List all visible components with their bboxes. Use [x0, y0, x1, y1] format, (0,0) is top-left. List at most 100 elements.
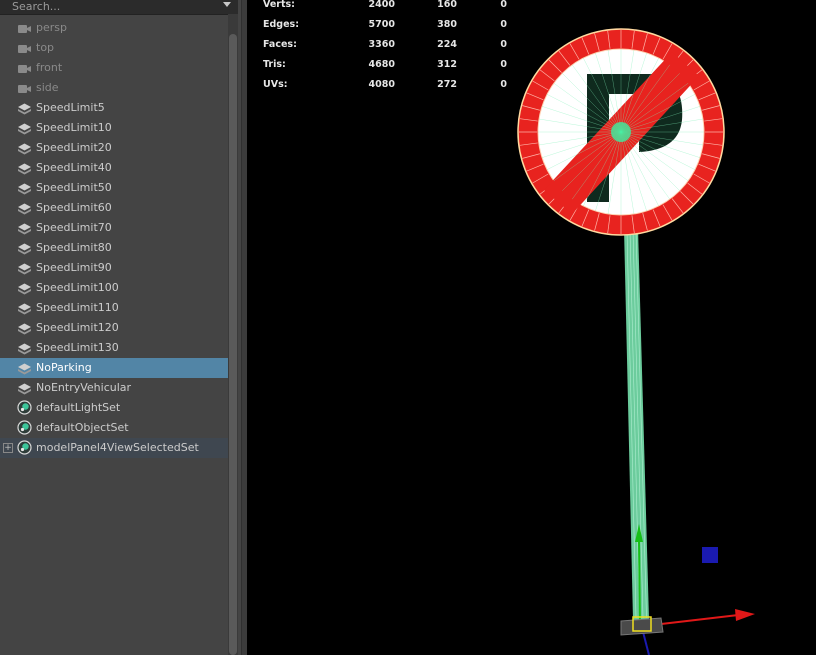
camera-icon [17, 62, 32, 74]
mesh-icon [17, 362, 32, 375]
outliner-item-label: top [36, 41, 55, 54]
outliner-item-label: SpeedLimit20 [36, 141, 112, 154]
expand-icon[interactable]: + [3, 443, 13, 453]
outliner-item[interactable]: persp [0, 18, 228, 38]
hud-row: Verts: 2400 160 0 [263, 0, 523, 15]
hud-value: 272 [437, 79, 457, 90]
mesh-icon [17, 302, 32, 315]
hud-row: Faces: 3360 224 0 [263, 35, 523, 55]
outliner-item-label: SpeedLimit10 [36, 121, 112, 134]
axis-x-arrow [735, 609, 755, 621]
outliner-item-label: NoParking [36, 361, 92, 374]
hud-value: 5700 [368, 19, 395, 30]
mesh-icon [17, 162, 32, 175]
mesh-icon [17, 242, 32, 255]
outliner-item[interactable]: side [0, 78, 228, 98]
outliner-item-label: front [36, 61, 63, 74]
mesh-icon [17, 342, 32, 355]
outliner-item[interactable]: defaultObjectSet [0, 418, 228, 438]
outliner-item[interactable]: top [0, 38, 228, 58]
outliner-item[interactable]: SpeedLimit120 [0, 318, 228, 338]
hud-value: 0 [500, 59, 507, 70]
hud-label: Verts: [263, 0, 295, 10]
hud-value: 3360 [368, 39, 395, 50]
mesh-icon [17, 202, 32, 215]
outliner-item[interactable]: SpeedLimit130 [0, 338, 228, 358]
camera-icon [17, 82, 32, 94]
mesh-icon [17, 222, 32, 235]
outliner-item[interactable]: front [0, 58, 228, 78]
pole-base [620, 617, 664, 636]
outliner-item[interactable]: defaultLightSet [0, 398, 228, 418]
outliner-item-label: modelPanel4ViewSelectedSet [36, 441, 199, 454]
hud-value: 4680 [368, 59, 395, 70]
outliner-item-label: SpeedLimit80 [36, 241, 112, 254]
outliner-item[interactable]: SpeedLimit110 [0, 298, 228, 318]
mesh-icon [17, 322, 32, 335]
mesh-icon [17, 262, 32, 275]
mesh-icon [17, 122, 32, 135]
outliner-item-label: SpeedLimit130 [36, 341, 119, 354]
hud-value: 0 [500, 19, 507, 30]
mesh-icon [17, 182, 32, 195]
hud-value: 4080 [368, 79, 395, 90]
scrollbar-thumb[interactable] [229, 34, 237, 655]
mesh-icon [17, 382, 32, 395]
scale-handle [702, 547, 718, 563]
outliner-item-label: SpeedLimit110 [36, 301, 119, 314]
hud-value: 160 [437, 0, 457, 10]
mesh-icon [17, 282, 32, 295]
outliner-item[interactable]: NoEntryVehicular [0, 378, 228, 398]
poly-count-hud: Verts: 2400 160 0 Edges: 5700 380 0 Faces: 3360 22… [263, 0, 523, 95]
outliner-item[interactable]: SpeedLimit60 [0, 198, 228, 218]
outliner-item-label: SpeedLimit70 [36, 221, 112, 234]
hud-label: Edges: [263, 19, 299, 30]
object-set-icon [17, 400, 32, 415]
hud-label: Faces: [263, 39, 297, 50]
outliner-item[interactable]: SpeedLimit100 [0, 278, 228, 298]
outliner-item-label: SpeedLimit50 [36, 181, 112, 194]
outliner-item-label: SpeedLimit120 [36, 321, 119, 334]
outliner-tree: persp top front side SpeedLimit5 SpeedLimit10… [0, 18, 228, 458]
outliner-item-label: side [36, 81, 59, 94]
outliner-item[interactable]: SpeedLimit5 [0, 98, 228, 118]
viewport-scene[interactable] [247, 0, 816, 655]
hud-label: UVs: [263, 79, 288, 90]
hud-value: 0 [500, 79, 507, 90]
outliner-item[interactable]: SpeedLimit40 [0, 158, 228, 178]
outliner-item[interactable]: SpeedLimit50 [0, 178, 228, 198]
hud-value: 312 [437, 59, 457, 70]
hud-value: 2400 [368, 0, 395, 10]
outliner-scrollbar[interactable] [228, 14, 238, 655]
hud-value: 224 [437, 39, 457, 50]
object-set-icon [17, 440, 32, 455]
hud-row: Edges: 5700 380 0 [263, 15, 523, 35]
outliner-item-label: SpeedLimit60 [36, 201, 112, 214]
viewport-3d[interactable]: Verts: 2400 160 0 Edges: 5700 380 0 Faces: 3360 22… [247, 0, 816, 655]
hud-row: Tris: 4680 312 0 [263, 55, 523, 75]
mesh-icon [17, 142, 32, 155]
outliner-item-label: SpeedLimit5 [36, 101, 105, 114]
outliner-item[interactable]: SpeedLimit90 [0, 258, 228, 278]
outliner-item[interactable]: SpeedLimit80 [0, 238, 228, 258]
outliner-item[interactable]: + modelPanel4ViewSelectedSet [0, 438, 228, 458]
outliner-search-bar [0, 0, 238, 15]
outliner-item[interactable]: NoParking [0, 358, 228, 378]
outliner-item[interactable]: SpeedLimit20 [0, 138, 228, 158]
outliner-panel: persp top front side SpeedLimit5 SpeedLimit10… [0, 0, 241, 655]
hud-value: 380 [437, 19, 457, 30]
outliner-item-label: NoEntryVehicular [36, 381, 132, 394]
hud-label: Tris: [263, 59, 286, 70]
search-input[interactable] [4, 0, 222, 14]
camera-icon [17, 22, 32, 34]
hud-value: 0 [500, 39, 507, 50]
outliner-item-label: SpeedLimit90 [36, 261, 112, 274]
outliner-item-label: persp [36, 21, 67, 34]
chevron-down-icon[interactable] [223, 2, 231, 7]
hud-row: UVs: 4080 272 0 [263, 75, 523, 95]
pivot-highlight [611, 122, 631, 142]
mesh-icon [17, 102, 32, 115]
outliner-item[interactable]: SpeedLimit10 [0, 118, 228, 138]
outliner-item[interactable]: SpeedLimit70 [0, 218, 228, 238]
outliner-item-label: defaultObjectSet [36, 421, 129, 434]
